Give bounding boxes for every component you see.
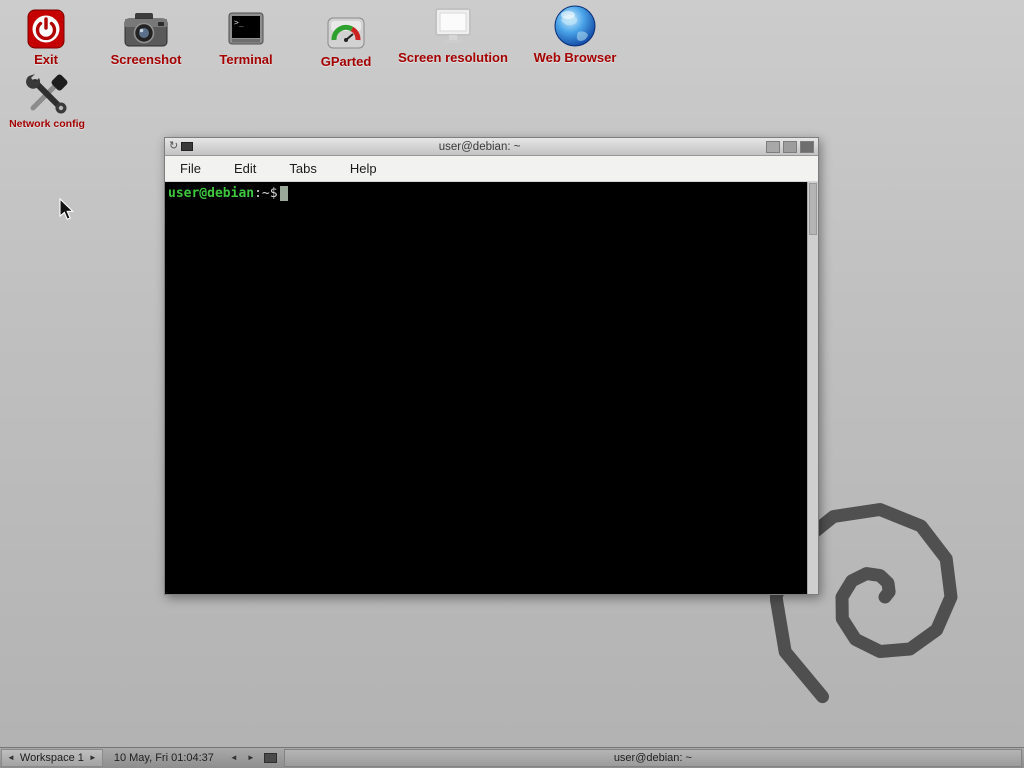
taskbar-window-button-label: user@debian: ~ <box>614 752 692 764</box>
terminal-mini-icon <box>181 142 193 151</box>
desktop-icon-label: Exit <box>34 52 58 67</box>
taskbar-window-button[interactable]: user@debian: ~ <box>284 749 1022 767</box>
desktop-icon-label: Terminal <box>219 52 272 67</box>
prompt-suffix: :~$ <box>254 186 277 201</box>
terminal-menubar: File Edit Tabs Help <box>165 156 818 182</box>
desktop-icon-gparted[interactable]: GParted <box>306 6 386 69</box>
terminal-window: ↻ user@debian: ~ File Edit Tabs Help use… <box>164 137 819 595</box>
desktop-icon-terminal[interactable]: >_ Terminal <box>207 4 285 67</box>
svg-text:>_: >_ <box>234 18 244 27</box>
session-icon: ↻ <box>169 141 178 152</box>
desktop-icon-web-browser[interactable]: Web Browser <box>518 2 632 65</box>
workspace-prev-arrow-icon[interactable]: ◄ <box>7 754 15 762</box>
window-pager: ◄ ► <box>224 748 283 768</box>
menu-help[interactable]: Help <box>347 159 380 178</box>
workspace-switcher[interactable]: ◄ Workspace 1 ► <box>1 749 103 767</box>
desktop-icon-label: GParted <box>321 54 372 69</box>
pager-right-arrow-icon[interactable]: ► <box>247 754 255 762</box>
terminal-scrollbar[interactable] <box>807 182 818 594</box>
desktop-icon-label: Web Browser <box>534 50 617 65</box>
globe-icon <box>552 2 598 48</box>
desktop-icon-label: Screenshot <box>111 52 182 67</box>
workspace-label: Workspace 1 <box>20 752 84 764</box>
desktop-icon-screenshot[interactable]: Screenshot <box>100 4 192 67</box>
prompt-user-host: user@debian <box>168 186 254 201</box>
scrollbar-thumb[interactable] <box>809 183 817 235</box>
desktop-icon-label: Screen resolution <box>398 50 508 65</box>
bottom-panel: ◄ Workspace 1 ► 10 May, Fri 01:04:37 ◄ ►… <box>0 747 1024 768</box>
workspace-next-arrow-icon[interactable]: ► <box>89 754 97 762</box>
terminal-icon: >_ <box>226 4 266 50</box>
task-window-mini-icon <box>264 753 277 763</box>
menu-tabs[interactable]: Tabs <box>286 159 319 178</box>
pager-left-arrow-icon[interactable]: ◄ <box>230 754 238 762</box>
menu-file[interactable]: File <box>177 159 204 178</box>
panel-clock: 10 May, Fri 01:04:37 <box>104 748 224 768</box>
desktop-icon-network-config[interactable]: Network config <box>2 70 92 130</box>
camera-icon <box>123 4 169 50</box>
shell-prompt: user@debian:~$ <box>168 186 815 201</box>
window-title: user@debian: ~ <box>196 141 763 153</box>
desktop-icon-screen-resolution[interactable]: Screen resolution <box>388 2 518 65</box>
desktop[interactable]: Exit Screenshot >_ Terminal <box>0 0 1024 768</box>
terminal-content[interactable]: user@debian:~$ <box>165 182 818 594</box>
desktop-icon-exit[interactable]: Exit <box>13 4 79 67</box>
close-button[interactable] <box>800 141 814 153</box>
menu-edit[interactable]: Edit <box>231 159 259 178</box>
gparted-drive-icon <box>325 6 367 52</box>
exit-power-icon <box>26 4 66 50</box>
minimize-button[interactable] <box>766 141 780 153</box>
terminal-cursor-block <box>280 186 288 201</box>
maximize-button[interactable] <box>783 141 797 153</box>
desktop-icon-label: Network config <box>9 118 85 130</box>
monitor-icon <box>431 2 475 48</box>
tools-icon <box>23 70 71 116</box>
mouse-cursor <box>58 198 78 222</box>
window-titlebar[interactable]: ↻ user@debian: ~ <box>165 138 818 156</box>
